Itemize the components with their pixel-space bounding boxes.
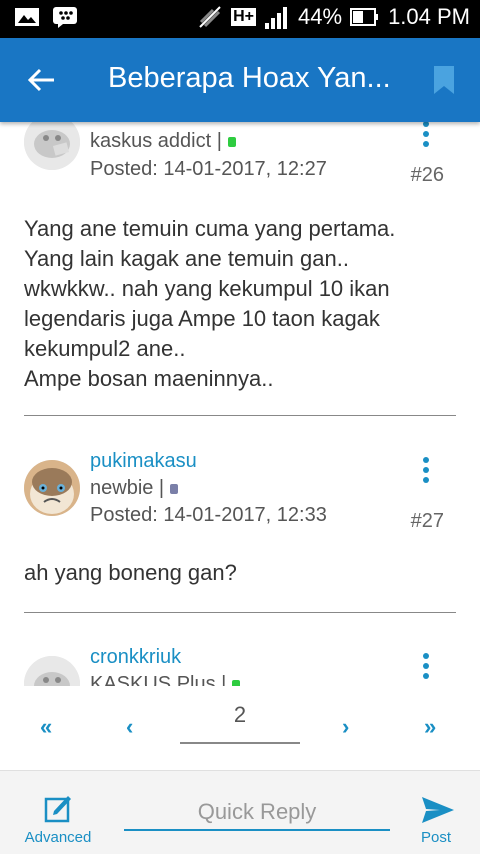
avatar[interactable]: [24, 656, 80, 686]
post-item: cronkkriuk KASKUS Plus |: [0, 612, 480, 686]
post-date: Posted: 14-01-2017, 12:33: [90, 504, 327, 526]
username[interactable]: pukimakasu: [90, 450, 197, 473]
post-list: kaskus addict | Posted: 14-01-2017, 12:2…: [0, 122, 480, 686]
post-date: Posted: 14-01-2017, 12:27: [90, 158, 327, 180]
app-bar: Beberapa Hoax Yan...: [0, 38, 480, 122]
back-arrow-icon[interactable]: [26, 64, 58, 96]
offline-status-icon: [170, 483, 179, 494]
first-page-button[interactable]: «: [40, 714, 52, 740]
next-page-button[interactable]: ›: [342, 714, 349, 740]
current-page[interactable]: 2: [180, 702, 300, 728]
avatar[interactable]: [24, 122, 80, 170]
post-button[interactable]: Post: [408, 829, 464, 846]
send-icon[interactable]: [420, 795, 456, 825]
post-item: pukimakasu newbie | Posted: 14-01-2017, …: [0, 416, 480, 613]
status-bar: H+ 44% 1.04 PM: [0, 0, 480, 38]
page-underline: [180, 742, 300, 744]
network-type: H+: [231, 8, 257, 26]
signal-icon: [265, 7, 288, 29]
user-rank: KASKUS Plus |: [90, 673, 241, 686]
bbm-icon: [53, 7, 77, 28]
thread-title: Beberapa Hoax Yan...: [108, 62, 391, 94]
rank-label: newbie |: [90, 477, 165, 499]
avatar[interactable]: [24, 460, 80, 516]
more-options-icon[interactable]: [420, 652, 432, 680]
more-options-icon[interactable]: [420, 122, 432, 148]
reply-bar: Advanced Quick Reply Post: [0, 770, 480, 854]
battery-percent: 44%: [298, 4, 343, 29]
more-options-icon[interactable]: [420, 456, 432, 484]
advanced-button[interactable]: Advanced: [18, 829, 98, 846]
clock: 1.04 PM: [388, 4, 470, 29]
post-body: ah yang boneng gan?: [24, 560, 237, 585]
prev-page-button[interactable]: ‹: [126, 714, 133, 740]
pagination: « ‹ 2 › »: [0, 686, 480, 770]
online-status-icon: [227, 136, 236, 147]
username[interactable]: cronkkriuk: [90, 646, 181, 669]
post-body: Yang ane temuin cuma yang pertama. Yang …: [24, 216, 396, 391]
bookmark-icon[interactable]: [432, 64, 456, 96]
post-item: kaskus addict | Posted: 14-01-2017, 12:2…: [0, 122, 480, 416]
last-page-button[interactable]: »: [424, 714, 436, 740]
edit-icon[interactable]: [44, 793, 72, 823]
rank-label: kaskus addict |: [90, 130, 222, 152]
mute-icon: [199, 6, 221, 28]
post-number: #27: [410, 510, 444, 532]
user-rank: newbie |: [90, 477, 179, 500]
quick-reply-input[interactable]: Quick Reply: [124, 799, 390, 831]
gallery-icon: [15, 8, 39, 26]
battery-icon: [350, 8, 379, 26]
user-rank: kaskus addict |: [90, 130, 236, 153]
rank-label: KASKUS Plus |: [90, 673, 227, 686]
post-number: #26: [410, 164, 444, 186]
